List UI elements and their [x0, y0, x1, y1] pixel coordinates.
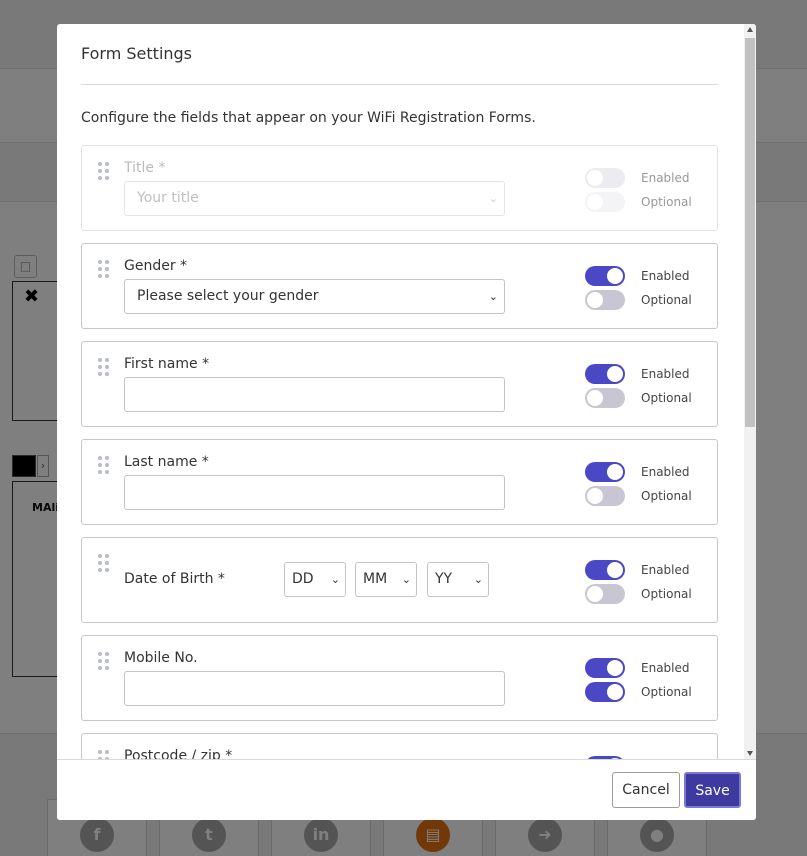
enabled-toggle[interactable]	[585, 168, 625, 188]
enabled-label: Enabled	[641, 269, 690, 283]
optional-label: Optional	[641, 195, 692, 209]
enabled-label: Enabled	[641, 661, 690, 675]
chevron-down-icon: ⌄	[473, 573, 483, 586]
enabled-label: Enabled	[641, 367, 690, 381]
optional-label: Optional	[641, 489, 692, 503]
gender-select[interactable]: Please select your gender ⌄	[124, 279, 505, 314]
drag-handle-icon[interactable]	[98, 554, 110, 572]
chevron-down-icon: ⌄	[488, 192, 498, 205]
drag-handle-icon[interactable]	[98, 162, 110, 180]
field-label: Postcode / zip *	[124, 748, 233, 759]
drag-handle-icon[interactable]	[98, 750, 110, 759]
scroll-up-icon[interactable]	[747, 27, 753, 32]
field-label: Date of Birth *	[124, 571, 225, 587]
enabled-toggle[interactable]	[585, 462, 625, 482]
enabled-label: Enabled	[641, 563, 690, 577]
optional-label: Optional	[641, 293, 692, 307]
modal-body: Form Settings Configure the fields that …	[57, 24, 744, 759]
enabled-toggle[interactable]	[585, 658, 625, 678]
drag-handle-icon[interactable]	[98, 358, 110, 376]
optional-label: Optional	[641, 587, 692, 601]
enabled-toggle[interactable]	[585, 560, 625, 580]
optional-label: Optional	[641, 685, 692, 699]
mobile-input[interactable]	[124, 671, 505, 706]
cancel-button[interactable]: Cancel	[612, 772, 680, 808]
enabled-toggle[interactable]	[585, 364, 625, 384]
enabled-label: Enabled	[641, 465, 690, 479]
save-button[interactable]: Save	[684, 772, 741, 808]
scroll-down-icon[interactable]	[747, 751, 753, 756]
optional-toggle[interactable]	[585, 584, 625, 604]
field-card-postcode: Postcode / zip *	[81, 733, 718, 759]
modal-footer: Cancel Save	[57, 759, 756, 820]
optional-toggle[interactable]	[585, 486, 625, 506]
field-card-mobile: Mobile No. Enabled Optional	[81, 635, 718, 721]
drag-handle-icon[interactable]	[98, 652, 110, 670]
drag-handle-icon[interactable]	[98, 260, 110, 278]
field-label: Last name *	[124, 454, 209, 470]
field-label: Title *	[124, 160, 166, 176]
month-select[interactable]: MM ⌄	[355, 562, 417, 597]
optional-toggle[interactable]	[585, 388, 625, 408]
title-select[interactable]: Your title ⌄	[124, 181, 505, 216]
optional-toggle[interactable]	[585, 682, 625, 702]
optional-label: Optional	[641, 391, 692, 405]
divider	[81, 84, 718, 85]
field-card-first-name: First name * Enabled Optional	[81, 341, 718, 427]
enabled-label: Enabled	[641, 171, 690, 185]
field-label: Gender *	[124, 258, 188, 274]
field-card-last-name: Last name * Enabled Optional	[81, 439, 718, 525]
chevron-down-icon: ⌄	[488, 290, 498, 303]
modal-title: Form Settings	[81, 44, 193, 63]
optional-toggle[interactable]	[585, 290, 625, 310]
chevron-down-icon: ⌄	[330, 573, 340, 586]
first-name-input[interactable]	[124, 377, 505, 412]
drag-handle-icon[interactable]	[98, 456, 110, 474]
chevron-down-icon: ⌄	[401, 573, 411, 586]
form-settings-modal: Form Settings Configure the fields that …	[57, 24, 756, 820]
last-name-input[interactable]	[124, 475, 505, 510]
field-label: First name *	[124, 356, 210, 372]
modal-scrollbar[interactable]	[744, 24, 756, 759]
field-card-gender: Gender * Please select your gender ⌄ Enab…	[81, 243, 718, 329]
field-card-title: Title * Your title ⌄ Enabled Optional	[81, 145, 718, 231]
scrollbar-thumb[interactable]	[745, 38, 755, 427]
year-select[interactable]: YY ⌄	[427, 562, 489, 597]
optional-toggle[interactable]	[585, 192, 625, 212]
field-card-date-of-birth: Date of Birth * DD ⌄ MM ⌄ YY ⌄ Enabled Opti…	[81, 537, 718, 623]
enabled-toggle[interactable]	[585, 266, 625, 286]
day-select[interactable]: DD ⌄	[284, 562, 346, 597]
field-label: Mobile No.	[124, 650, 198, 666]
modal-intro: Configure the fields that appear on your…	[81, 110, 536, 126]
